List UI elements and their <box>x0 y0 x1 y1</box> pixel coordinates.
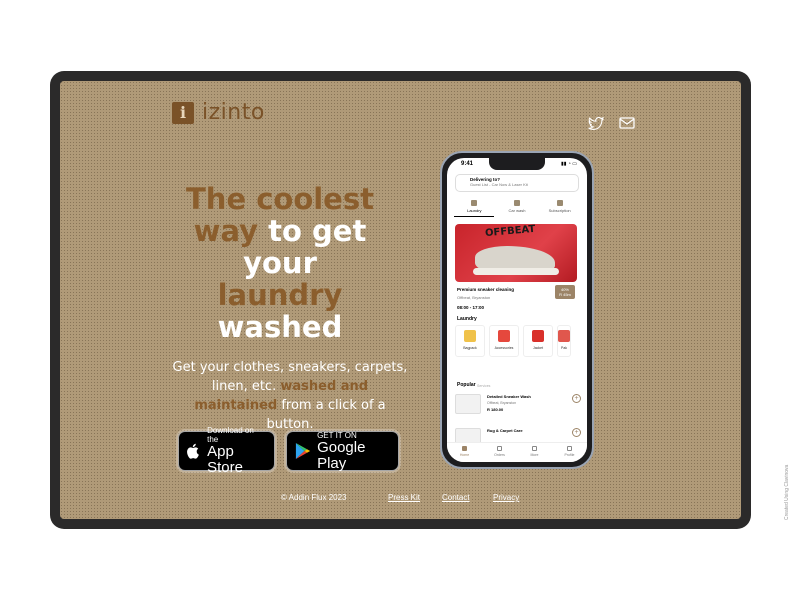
phone-notch <box>489 158 545 170</box>
mail-icon <box>619 117 635 129</box>
phone-status-icons: ▮▮ ◔ ▭ <box>560 161 577 167</box>
subscription-icon <box>556 200 563 206</box>
item-thumbnail <box>455 394 481 414</box>
category-label: Jacket <box>532 346 544 350</box>
item-price: R 180.00 <box>487 407 504 412</box>
item-name: Rug & Carpet Care <box>487 428 523 433</box>
hero-subtitle: Get your clothes, sneakers, carpets, lin… <box>170 358 410 434</box>
price-badge-line-2: R 45m <box>559 292 571 297</box>
item-location: Offbeat, Bryanston <box>487 401 517 405</box>
laundry-categories: Bagpack Accessories Jacket Pak <box>455 325 571 357</box>
nav-profile[interactable]: Profile <box>558 446 582 462</box>
jacket-icon <box>532 330 544 342</box>
nav-home[interactable]: Home <box>453 446 477 462</box>
apple-icon <box>187 443 199 459</box>
nav-orders[interactable]: Orders <box>488 446 512 462</box>
contact-link-text[interactable]: Contact <box>442 493 470 502</box>
headline-line-1: The coolest <box>186 182 374 216</box>
nav-label: Profile <box>564 453 575 457</box>
category-bagpack[interactable]: Bagpack <box>455 325 485 357</box>
banner-brand: OFFBEAT <box>484 224 536 240</box>
headline-line-4: laundry <box>217 278 343 312</box>
featured-hours: 08:00 - 17:00 <box>457 305 485 310</box>
press-kit-link-text[interactable]: Press Kit <box>388 493 420 502</box>
google-play-icon <box>295 442 311 460</box>
item-name: Detailed Sneaker Wash <box>487 394 531 399</box>
category-label: Accessories <box>494 346 514 350</box>
nav-label: Home <box>459 453 470 457</box>
brand-logo[interactable]: i izinto <box>172 100 265 125</box>
nav-more[interactable]: More <box>523 446 547 462</box>
delivery-address-selector[interactable]: Delivering to? Guest List - Car Now & La… <box>455 174 579 192</box>
car-icon <box>513 200 520 206</box>
bottom-nav: Home Orders More Profile <box>447 442 587 462</box>
category-label: Bagpack <box>463 346 477 350</box>
category-pak[interactable]: Pak <box>557 325 571 357</box>
delivery-address: Guest List - Car Now & Laser Kit <box>470 182 528 187</box>
laundry-icon <box>471 200 478 206</box>
popular-item[interactable]: Detailed Sneaker Wash Offbeat, Bryanston… <box>455 394 581 418</box>
credit-text: Created Using Clavinova <box>784 464 790 520</box>
featured-location: Offbeat, Bryanston <box>457 295 491 300</box>
app-store-big-text: App Store <box>207 443 243 476</box>
app-store-button[interactable]: Download on the App Store <box>178 426 275 476</box>
tab-car-wash[interactable]: Car wash <box>497 200 537 217</box>
headline-way: way <box>193 214 259 248</box>
phone-time: 9:41 <box>461 161 474 167</box>
app-store-small-text: Download on the <box>207 426 254 444</box>
add-icon[interactable]: + <box>572 428 581 437</box>
popular-subheading: Services <box>477 384 491 388</box>
google-play-big-text: Google Play <box>317 438 366 472</box>
press-kit-link[interactable]: Press Kit <box>388 493 420 502</box>
headline-line-5: washed <box>217 310 343 344</box>
phone-screen: 9:41 ▮▮ ◔ ▭ Delivering to? Guest List - … <box>447 158 587 462</box>
twitter-link[interactable] <box>588 117 604 131</box>
logo-mark-icon: i <box>172 101 194 124</box>
orders-icon <box>497 446 502 451</box>
category-label: Pak <box>560 346 568 350</box>
google-play-button[interactable]: GET IT ON Google Play <box>286 431 399 471</box>
category-jacket[interactable]: Jacket <box>523 325 553 357</box>
sneaker-sole <box>473 268 559 275</box>
hero-headline: The coolest way to get your laundry wash… <box>180 183 380 343</box>
copyright-text: © Addin Flux 2023 <box>281 493 347 502</box>
bagpack-icon <box>464 330 476 342</box>
device-frame: i izinto The coolest way to get your lau… <box>50 71 751 529</box>
headline-line-3: your <box>243 246 317 280</box>
home-icon <box>462 446 467 451</box>
nav-label: More <box>530 453 539 457</box>
tab-subscription[interactable]: Subscription <box>540 200 580 217</box>
tab-laundry-label: Laundry <box>467 208 482 213</box>
more-icon <box>532 446 537 451</box>
tab-car-wash-label: Car wash <box>508 208 526 213</box>
popular-heading: Popular <box>457 382 476 388</box>
featured-banner[interactable]: OFFBEAT <box>455 224 577 282</box>
nav-label: Orders <box>494 453 505 457</box>
accessories-icon <box>498 330 510 342</box>
twitter-icon <box>588 117 604 131</box>
brand-name: izinto <box>202 100 265 125</box>
landing-page: i izinto The coolest way to get your lau… <box>60 81 741 519</box>
tab-subscription-label: Subscription <box>548 208 571 213</box>
headline-to-get: to get <box>268 214 367 248</box>
pak-icon <box>558 330 570 342</box>
tab-laundry[interactable]: Laundry <box>454 200 495 217</box>
add-icon[interactable]: + <box>572 394 581 403</box>
profile-icon <box>567 446 572 451</box>
contact-link[interactable]: Contact <box>442 493 470 502</box>
phone-mockup: 9:41 ▮▮ ◔ ▭ Delivering to? Guest List - … <box>440 151 594 469</box>
laundry-heading: Laundry <box>457 316 477 322</box>
service-tabs: Laundry Car wash Subscription <box>453 200 581 217</box>
subtitle-part-2: from a click of a button. <box>266 398 386 432</box>
headline-line-2: way to get <box>180 215 380 247</box>
category-accessories[interactable]: Accessories <box>489 325 519 357</box>
mail-link[interactable] <box>619 117 635 129</box>
privacy-link[interactable]: Privacy <box>493 493 519 502</box>
privacy-link-text[interactable]: Privacy <box>493 493 519 502</box>
featured-title: Premium sneaker cleaning <box>457 287 515 292</box>
price-badge: 40% R 45m <box>555 285 575 299</box>
